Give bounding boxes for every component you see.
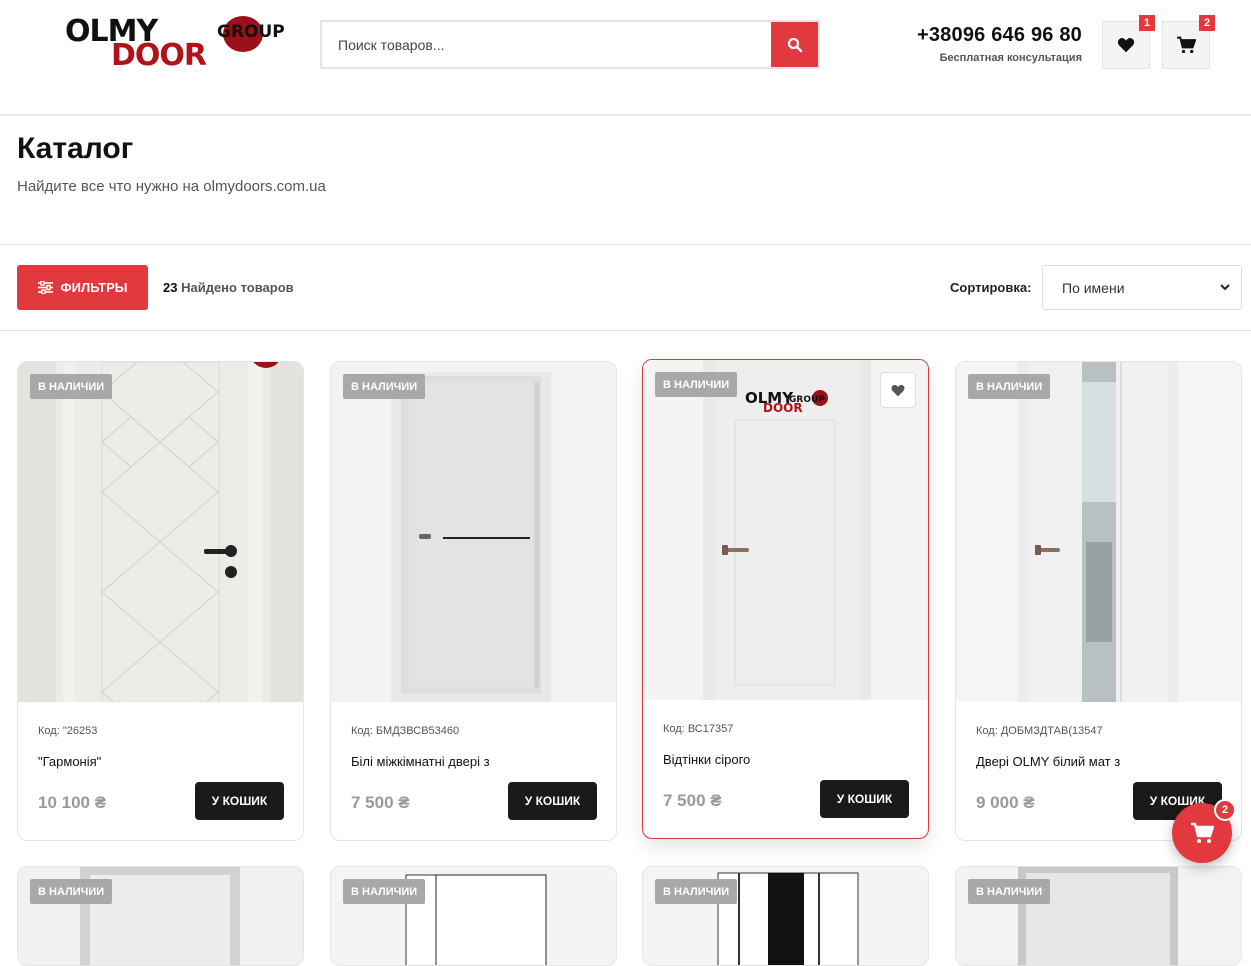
results-number: 23	[163, 280, 178, 295]
product-code: Код: ВС17357	[663, 723, 734, 735]
add-to-cart-button[interactable]: У КОШИК	[820, 780, 909, 818]
product-card[interactable]: В НАЛИЧИИ	[642, 866, 929, 966]
cart-icon	[1177, 36, 1196, 54]
product-image[interactable]	[18, 362, 303, 702]
add-to-cart-button[interactable]: У КОШИК	[195, 782, 284, 820]
search-bar	[320, 20, 820, 69]
logo-door: DOOR	[111, 38, 207, 73]
sort-select[interactable]: По имени	[1042, 265, 1242, 310]
product-code: Код: "26253	[38, 725, 98, 737]
divider	[0, 330, 1251, 331]
product-image[interactable]	[331, 362, 616, 702]
filters-button[interactable]: ФИЛЬТРЫ	[17, 265, 148, 310]
product-card[interactable]: В НАЛИЧИИ Код: БМДЗВСВ53460 Білі міжкімн…	[330, 361, 617, 841]
product-price: 10 100 ₴	[38, 793, 107, 812]
phone-caption: Бесплатная консультация	[939, 52, 1082, 64]
wishlist-badge: 1	[1139, 15, 1155, 31]
page-subtitle: Найдите все что нужно на olmydoors.com.u…	[17, 178, 326, 195]
product-card[interactable]: В НАЛИЧИИ Код: "26253 "Гармонія" 10 100 …	[17, 361, 304, 841]
stock-badge: В НАЛИЧИИ	[655, 372, 738, 397]
stock-badge: В НАЛИЧИИ	[30, 879, 113, 904]
filters-label: ФИЛЬТРЫ	[60, 280, 128, 295]
product-card[interactable]: В НАЛИЧИИ	[955, 866, 1242, 966]
stock-badge: В НАЛИЧИИ	[655, 879, 738, 904]
product-code: Код: ДОБМЗДТАВ(13547	[976, 725, 1103, 737]
cart-badge: 2	[1199, 15, 1215, 31]
product-name[interactable]: Білі міжкімнатні двері з	[351, 754, 601, 769]
product-price: 7 500 ₴	[663, 791, 722, 810]
search-button[interactable]	[771, 22, 818, 67]
product-card[interactable]: В НАЛИЧИИ	[17, 866, 304, 966]
stock-badge: В НАЛИЧИИ	[343, 374, 426, 399]
stock-badge: В НАЛИЧИИ	[968, 374, 1051, 399]
product-name[interactable]: Двері OLMY білий мат з	[976, 754, 1226, 769]
product-name[interactable]: "Гармонія"	[38, 754, 288, 769]
sort-label: Сортировка:	[950, 280, 1032, 295]
results-count: 23 Найдено товаров	[163, 280, 294, 295]
product-card[interactable]: В НАЛИЧИИ	[330, 866, 617, 966]
site-logo[interactable]: OLMY GROUP DOOR	[65, 14, 285, 74]
product-card[interactable]: В НАЛИЧИИ Код: ДОБМЗДТАВ(13547 Двері OLM…	[955, 361, 1242, 841]
sort-value: По имени	[1062, 279, 1125, 296]
heart-icon	[891, 384, 905, 396]
door-image	[331, 362, 616, 702]
door-image	[18, 362, 303, 702]
cart-icon	[1191, 822, 1214, 843]
divider	[0, 244, 1251, 245]
contact-phone: +38096 646 96 80 Бесплатная консультация	[900, 24, 1082, 64]
page-title: Каталог	[17, 132, 134, 165]
results-label: Найдено товаров	[181, 280, 294, 295]
product-name[interactable]: Відтінки сірого	[663, 752, 913, 767]
floating-cart-badge: 2	[1214, 799, 1236, 821]
product-price: 7 500 ₴	[351, 793, 410, 812]
heart-icon	[1117, 38, 1135, 53]
stock-badge: В НАЛИЧИИ	[30, 374, 113, 399]
wishlist-button[interactable]: 1	[1102, 15, 1155, 69]
product-code: Код: БМДЗВСВ53460	[351, 725, 460, 737]
add-to-wishlist-button[interactable]	[880, 372, 916, 408]
phone-number[interactable]: +38096 646 96 80	[900, 24, 1082, 47]
svg-text:DOOR: DOOR	[763, 401, 803, 415]
product-card[interactable]: OLMY GROUP DOOR В НАЛИЧИИ Код: ВС17357 В…	[642, 359, 929, 839]
site-header: OLMY GROUP DOOR +38096 646 96 80 Бесплат…	[0, 0, 1251, 116]
product-image[interactable]	[956, 362, 1241, 702]
logo-group: GROUP	[217, 22, 285, 42]
door-image	[956, 362, 1241, 702]
stock-badge: В НАЛИЧИИ	[343, 879, 426, 904]
chevron-down-icon	[1220, 284, 1230, 291]
stock-badge: В НАЛИЧИИ	[968, 879, 1051, 904]
cart-button[interactable]: 2	[1162, 15, 1215, 69]
product-image[interactable]: OLMY GROUP DOOR	[643, 360, 928, 700]
door-image: OLMY GROUP DOOR	[643, 360, 928, 700]
search-icon	[787, 37, 802, 52]
add-to-cart-button[interactable]: У КОШИК	[508, 782, 597, 820]
sliders-icon	[37, 281, 53, 294]
product-price: 9 000 ₴	[976, 793, 1035, 812]
floating-cart-button[interactable]: 2	[1172, 799, 1236, 863]
search-input[interactable]	[322, 22, 772, 67]
